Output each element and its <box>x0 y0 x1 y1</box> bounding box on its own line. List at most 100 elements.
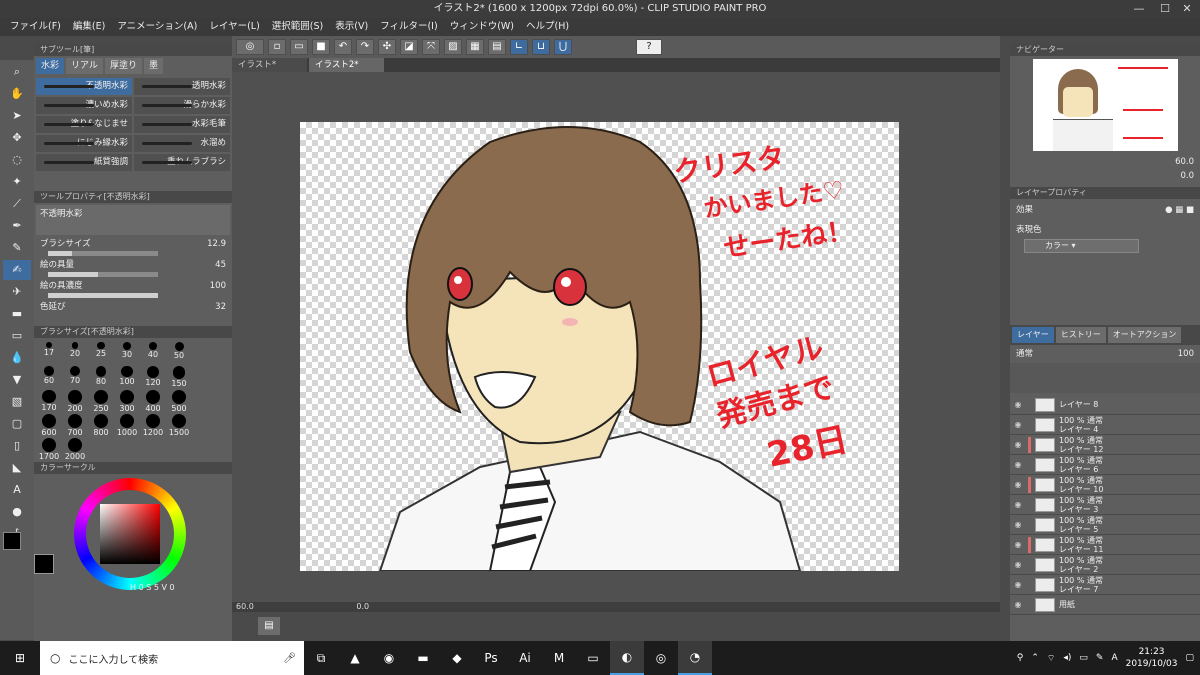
subtool-item[interactable]: 透明水彩 <box>134 78 230 95</box>
brush-size-preset[interactable]: 30 <box>114 340 140 364</box>
ime-indicator[interactable]: A <box>1111 653 1117 663</box>
network-icon[interactable]: ⌔ <box>1047 653 1055 664</box>
menu-file[interactable]: ファイル(F) <box>4 18 67 36</box>
menu-edit[interactable]: 編集(E) <box>67 18 111 36</box>
subtool-item[interactable]: にじみ縁水彩 <box>36 135 132 152</box>
pen-icon[interactable]: ✎ <box>1096 653 1104 663</box>
open-folder-icon[interactable]: ▭ <box>290 39 308 55</box>
eye-icon[interactable]: ◉ <box>1010 560 1026 569</box>
navigator-angle[interactable]: 0.0 <box>1180 170 1194 182</box>
eye-icon[interactable]: ◉ <box>1010 580 1026 589</box>
select-icon[interactable]: ▦ <box>466 39 484 55</box>
menu-layer[interactable]: レイヤー(L) <box>203 18 265 36</box>
gradient-icon[interactable]: ▧ <box>3 392 31 412</box>
eye-icon[interactable]: ◉ <box>1010 600 1026 609</box>
onigiri-app-icon[interactable]: ▲ <box>338 641 372 675</box>
brush-size-preset[interactable]: 400 <box>140 388 166 413</box>
tab-layer[interactable]: レイヤー <box>1012 327 1054 343</box>
navigator-preview[interactable] <box>1032 59 1178 151</box>
snap-special-icon[interactable]: ⋃ <box>554 39 572 55</box>
brush-size-preset[interactable]: 40 <box>140 340 166 364</box>
eye-icon[interactable]: ◉ <box>1010 520 1026 529</box>
airbrush-icon[interactable]: ✈ <box>3 282 31 302</box>
clear-icon[interactable]: ✣ <box>378 39 396 55</box>
canvas-angle[interactable]: 0.0 <box>356 602 369 611</box>
brush-size-preset[interactable]: 20 <box>62 340 88 364</box>
balloon-icon[interactable]: ● <box>3 502 31 522</box>
zoom-icon[interactable]: ⌕ <box>3 62 31 82</box>
effect-icons[interactable]: ● ▦ ■ <box>1165 204 1194 216</box>
paint-density-slider[interactable] <box>48 293 158 298</box>
menu-animation[interactable]: アニメーション(A) <box>111 18 203 36</box>
doc-tab-illust[interactable]: イラスト* <box>232 58 307 72</box>
prop-value[interactable]: 45 <box>215 259 226 271</box>
text-icon[interactable]: A <box>3 480 31 500</box>
photoshop-icon[interactable]: Ps <box>474 641 508 675</box>
brush-size-preset[interactable]: 150 <box>166 364 192 388</box>
brush-size-preset[interactable]: 500 <box>166 388 192 413</box>
figure-icon[interactable]: ▢ <box>3 414 31 434</box>
subtool-tab-ink[interactable]: 墨 <box>143 58 163 74</box>
microphone-icon[interactable]: 🎤︎ <box>283 653 296 664</box>
brush-size-preset[interactable]: 50 <box>166 340 192 364</box>
windows-start-icon[interactable]: ⊞ <box>0 641 40 675</box>
snap-grid-icon[interactable]: ⊔ <box>532 39 550 55</box>
layer-toolbar[interactable] <box>1010 363 1200 393</box>
move-layer-icon[interactable]: ✥ <box>3 128 31 148</box>
volume-icon[interactable]: ◂) <box>1063 653 1071 663</box>
menu-help[interactable]: ヘルプ(H) <box>520 18 575 36</box>
layer-row[interactable]: ◉ 100 % 通常 レイヤー 11 <box>1010 535 1200 555</box>
task-view-icon[interactable]: ⧉ <box>304 641 338 675</box>
prop-value[interactable]: 12.9 <box>207 238 226 250</box>
subtool-item[interactable]: 水溜め <box>134 135 230 152</box>
layer-row[interactable]: ◉ 100 % 通常 レイヤー 2 <box>1010 555 1200 575</box>
chevron-up-icon[interactable]: ⌃ <box>1031 653 1039 663</box>
eye-icon[interactable]: ◉ <box>1010 400 1026 409</box>
subtool-tab-real[interactable]: リアル <box>66 58 103 74</box>
eye-icon[interactable]: ◉ <box>1010 440 1026 449</box>
layer-row[interactable]: ◉ 100 % 通常 レイヤー 10 <box>1010 475 1200 495</box>
search-box[interactable]: ○ ここに入力して検索 🎤︎ <box>40 641 304 675</box>
brush-size-preset[interactable]: 2000 <box>62 436 88 461</box>
subtool-tab-watercolor[interactable]: 水彩 <box>36 58 65 74</box>
fill-icon[interactable]: ◪ <box>400 39 418 55</box>
brush-size-preset[interactable]: 17 <box>36 340 62 364</box>
new-file-icon[interactable]: ▫ <box>268 39 286 55</box>
ruler-tool-icon[interactable]: ◣ <box>3 458 31 478</box>
people-icon[interactable]: ⚲ <box>1017 653 1024 663</box>
brush-size-preset[interactable]: 700 <box>62 412 88 437</box>
eye-icon[interactable]: ◉ <box>1010 460 1026 469</box>
brush-size-preset[interactable]: 250 <box>88 388 114 413</box>
brush-size-preset[interactable]: 170 <box>36 388 62 412</box>
pencil-icon[interactable]: ✎ <box>3 238 31 258</box>
car-game-icon[interactable]: ◆ <box>440 641 474 675</box>
file-explorer-icon[interactable]: ▬ <box>406 641 440 675</box>
tab-history[interactable]: ヒストリー <box>1055 327 1106 343</box>
color-circle[interactable]: H 0 S 5 V 0 <box>34 474 232 594</box>
brush-size-preset[interactable]: 300 <box>114 388 140 413</box>
brush-size-preset[interactable]: 1500 <box>166 412 192 437</box>
layer-row[interactable]: ◉ レイヤー 8 <box>1010 395 1200 415</box>
tab-auto-action[interactable]: オートアクション <box>1107 327 1182 343</box>
eye-icon[interactable]: ◉ <box>1010 420 1026 429</box>
crop-icon[interactable]: ▨ <box>444 39 462 55</box>
current-color-swatch[interactable] <box>34 554 54 574</box>
auto-select-icon[interactable]: ✦ <box>3 172 31 192</box>
hand-icon[interactable]: ✋ <box>3 84 31 104</box>
brush-size-slider[interactable] <box>48 251 158 256</box>
pen-icon[interactable]: ✒ <box>3 216 31 236</box>
brush-size-preset[interactable]: 1000 <box>114 412 140 437</box>
clip-studio-paint-icon[interactable]: ◔ <box>678 641 712 675</box>
brush-size-preset[interactable]: 1700 <box>36 436 62 461</box>
layer-row[interactable]: ◉ 100 % 通常 レイヤー 7 <box>1010 575 1200 595</box>
layer-row[interactable]: ◉ 100 % 通常 レイヤー 5 <box>1010 515 1200 535</box>
paint-amount-slider[interactable] <box>48 272 158 277</box>
ruler-icon[interactable]: ▤ <box>488 39 506 55</box>
doc-tab-illust2[interactable]: イラスト2* <box>309 58 384 72</box>
main-color-swatch[interactable] <box>3 532 21 550</box>
undo-icon[interactable]: ↶ <box>334 39 352 55</box>
snap-ruler-icon[interactable]: ∟ <box>510 39 528 55</box>
clip-studio-icon[interactable]: ◎ <box>236 39 264 55</box>
eye-icon[interactable]: ◉ <box>1010 500 1026 509</box>
maya-icon[interactable]: M <box>542 641 576 675</box>
